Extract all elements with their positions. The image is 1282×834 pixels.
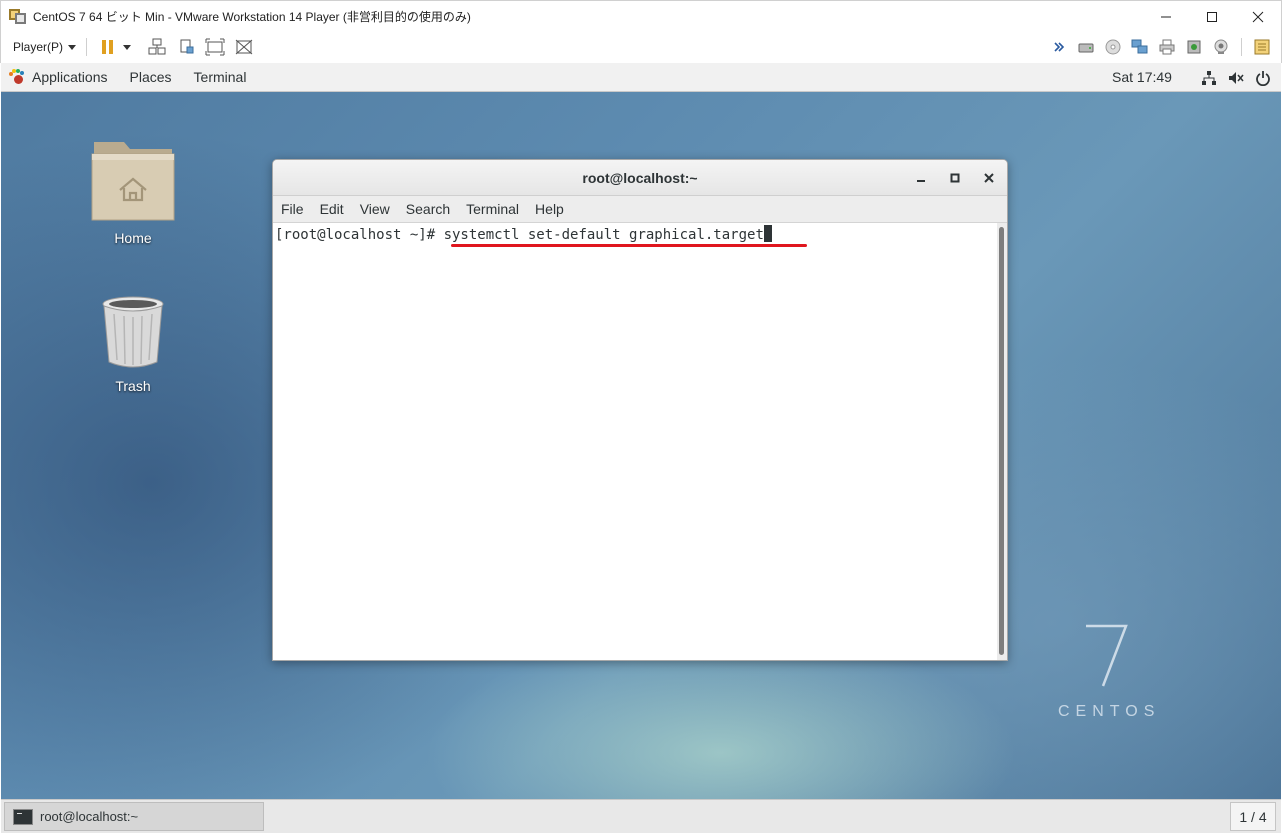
hard-disk-icon xyxy=(1078,43,1094,53)
window-controls xyxy=(1143,1,1281,32)
pause-dropdown-button[interactable] xyxy=(121,37,133,57)
menu-help[interactable]: Help xyxy=(527,201,572,217)
printer-icon xyxy=(1159,39,1175,55)
maximize-icon xyxy=(950,173,960,183)
clock[interactable]: Sat 17:49 xyxy=(1112,69,1172,85)
minimize-icon xyxy=(917,180,925,182)
network-adapter-icon xyxy=(1131,39,1148,54)
cd-icon xyxy=(1105,39,1121,55)
maximize-button[interactable] xyxy=(1189,1,1235,32)
player-menu-button[interactable]: Player(P) xyxy=(13,40,77,54)
volume-muted-icon xyxy=(1229,71,1244,84)
taskbar-item-label: root@localhost:~ xyxy=(40,809,139,824)
terminal-scrollbar[interactable] xyxy=(997,223,1007,660)
desktop-icon-trash[interactable]: Trash xyxy=(78,294,188,394)
player-menu-label: Player(P) xyxy=(13,40,64,54)
home-label: Home xyxy=(114,230,152,246)
terminal-window-controls xyxy=(909,160,1001,196)
centos-wordmark: CENTOS xyxy=(1058,703,1161,720)
taskbar-item-terminal[interactable]: root@localhost:~ xyxy=(4,802,264,831)
power-icon xyxy=(1256,70,1270,86)
terminal-maximize-button[interactable] xyxy=(943,166,967,190)
device-status-icons xyxy=(1050,31,1271,63)
command-highlight-underline xyxy=(451,244,807,247)
device-icon xyxy=(180,39,194,54)
guest-desktop: Applications Places Terminal Sat 17:49 H… xyxy=(1,63,1281,833)
expand-devices-button[interactable] xyxy=(1050,38,1068,56)
fullscreen-icon xyxy=(205,38,225,56)
close-icon xyxy=(1252,11,1264,22)
terminal-close-button[interactable] xyxy=(977,166,1001,190)
sound-card-button[interactable] xyxy=(1185,38,1203,56)
gnome-foot-icon xyxy=(9,69,25,85)
terminal-titlebar[interactable]: root@localhost:~ xyxy=(273,160,1007,196)
webcam-icon xyxy=(1214,39,1228,54)
text-cursor xyxy=(763,225,772,242)
typed-command: systemctl set-default graphical.target xyxy=(443,227,764,243)
trash-icon xyxy=(102,296,164,368)
network-computers-icon xyxy=(148,38,166,55)
camera-button[interactable] xyxy=(1212,38,1230,56)
toolbar-divider xyxy=(1241,38,1242,56)
network-adapter-button[interactable] xyxy=(1131,38,1149,56)
send-ctrl-alt-del-button[interactable] xyxy=(147,37,167,57)
toolbar-divider xyxy=(86,38,88,56)
vmware-app-icon xyxy=(9,7,27,25)
sound-card-icon xyxy=(1187,40,1201,54)
trash-label: Trash xyxy=(115,378,151,394)
gnome-bottom-bar: root@localhost:~ 1 / 4 xyxy=(1,799,1281,833)
home-folder-icon xyxy=(91,142,175,221)
workspace-indicator[interactable]: 1 / 4 xyxy=(1230,802,1276,831)
cd-dvd-button[interactable] xyxy=(1104,38,1122,56)
double-chevron-right-icon xyxy=(1054,42,1065,52)
menu-terminal[interactable]: Terminal xyxy=(458,201,527,217)
chevron-down-icon xyxy=(123,44,132,50)
unity-icon xyxy=(235,39,253,55)
minimize-icon xyxy=(1161,16,1171,17)
terminal-minimize-button[interactable] xyxy=(909,166,933,190)
menu-search[interactable]: Search xyxy=(398,201,458,217)
places-menu[interactable]: Places xyxy=(130,69,172,85)
desktop-icon-home[interactable]: Home xyxy=(78,138,188,246)
terminal-title: root@localhost:~ xyxy=(582,169,698,186)
message-log-button[interactable] xyxy=(1253,38,1271,56)
system-status-area[interactable] xyxy=(1201,63,1271,92)
maximize-icon xyxy=(1207,11,1217,22)
close-icon xyxy=(984,173,994,183)
window-title: CentOS 7 64 ビット Min - VMware Workstation… xyxy=(33,9,471,24)
network-icon xyxy=(1202,70,1216,85)
shell-prompt: [root@localhost ~]# xyxy=(275,227,444,243)
vmware-titlebar: CentOS 7 64 ビット Min - VMware Workstation… xyxy=(0,0,1282,31)
terminal-window[interactable]: root@localhost:~ File Edit View Search T… xyxy=(272,159,1008,661)
gnome-top-bar: Applications Places Terminal Sat 17:49 xyxy=(1,63,1281,92)
hard-disk-button[interactable] xyxy=(1077,38,1095,56)
close-button[interactable] xyxy=(1235,1,1281,32)
menu-file[interactable]: File xyxy=(273,201,312,217)
fullscreen-button[interactable] xyxy=(205,37,225,57)
chevron-down-icon xyxy=(68,44,77,50)
minimize-button[interactable] xyxy=(1143,1,1189,32)
printer-button[interactable] xyxy=(1158,38,1176,56)
terminal-app-menu[interactable]: Terminal xyxy=(194,69,247,85)
vmware-toolbar: Player(P) xyxy=(0,31,1282,63)
message-log-icon xyxy=(1254,39,1270,55)
applications-menu[interactable]: Applications xyxy=(32,69,108,85)
terminal-output[interactable]: [root@localhost ~]# systemctl set-defaul… xyxy=(273,223,997,660)
unity-button[interactable] xyxy=(234,37,254,57)
pause-button[interactable] xyxy=(97,37,117,57)
removable-devices-button[interactable] xyxy=(176,37,196,57)
terminal-icon xyxy=(13,808,33,825)
terminal-command-line: [root@localhost ~]# systemctl set-defaul… xyxy=(275,225,772,243)
scrollbar-thumb[interactable] xyxy=(999,227,1004,655)
menu-edit[interactable]: Edit xyxy=(312,201,352,217)
terminal-menubar: File Edit View Search Terminal Help xyxy=(273,196,1007,223)
menu-view[interactable]: View xyxy=(352,201,398,217)
pause-icon xyxy=(101,40,113,54)
